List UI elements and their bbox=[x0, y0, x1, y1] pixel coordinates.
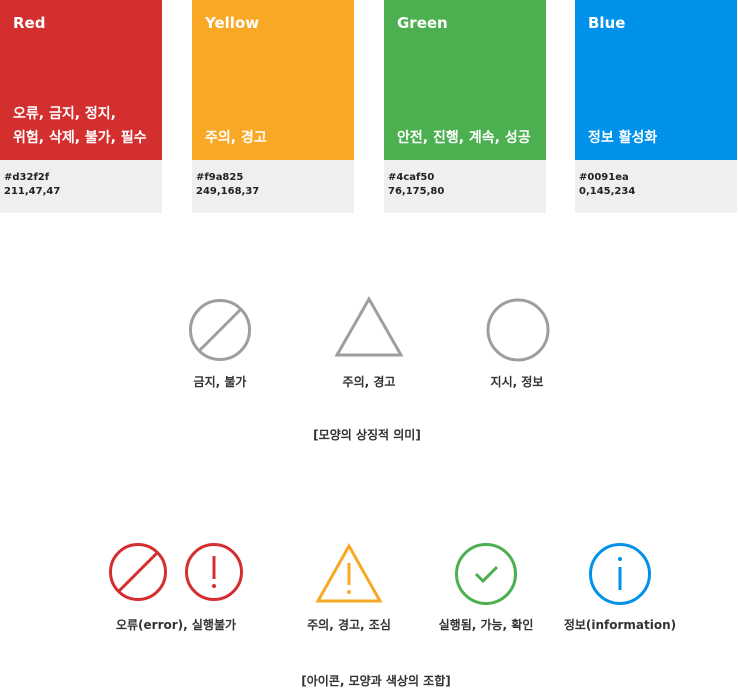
swatch-rgb: 0,145,234 bbox=[579, 186, 636, 197]
swatch-yellow: Yellow 주의, 경고 #f9a825 249,168,37 bbox=[192, 0, 354, 213]
swatch-blue-color: Blue 정보 활성화 bbox=[575, 0, 737, 160]
check-circle-icon bbox=[455, 543, 517, 605]
exclamation-circle-icon bbox=[185, 543, 243, 601]
swatch-yellow-color: Yellow 주의, 경고 bbox=[192, 0, 354, 160]
warning-triangle-icon bbox=[315, 543, 383, 603]
swatch-blue: Blue 정보 활성화 #0091ea 0,145,234 bbox=[575, 0, 737, 213]
swatch-red: Red 오류, 금지, 정지, 위험, 삭제, 불가, 필수 #d32f2f 2… bbox=[0, 0, 162, 213]
icons-caption: [아이콘, 모양과 색상의 조합] bbox=[301, 674, 451, 688]
info-circle-icon bbox=[589, 543, 651, 605]
swatch-hex: #0091ea bbox=[579, 172, 629, 183]
shapes-caption: [모양의 상징적 의미] bbox=[313, 428, 421, 442]
shape-label-caution: 주의, 경고 bbox=[342, 375, 396, 389]
swatch-meaning: 안전, 진행, 계속, 성공 bbox=[397, 130, 531, 146]
swatch-rgb: 211,47,47 bbox=[4, 186, 61, 197]
swatch-hex: #f9a825 bbox=[196, 172, 244, 183]
swatch-hex: #4caf50 bbox=[388, 172, 435, 183]
swatch-name: Red bbox=[13, 14, 46, 32]
swatch-meaning: 주의, 경고 bbox=[205, 130, 267, 146]
swatch-green: Green 안전, 진행, 계속, 성공 #4caf50 76,175,80 bbox=[384, 0, 546, 213]
swatch-name: Yellow bbox=[205, 14, 260, 32]
icon-label-error: 오류(error), 실행불가 bbox=[115, 618, 237, 632]
swatch-name: Green bbox=[397, 14, 448, 32]
shape-label-prohibited: 금지, 불가 bbox=[193, 375, 247, 389]
icon-label-info: 정보(information) bbox=[563, 618, 677, 632]
swatch-rgb: 249,168,37 bbox=[196, 186, 260, 197]
triangle-icon bbox=[334, 296, 404, 357]
prohibition-circle-icon bbox=[189, 299, 251, 361]
swatch-rgb: 76,175,80 bbox=[388, 186, 445, 197]
shape-label-info: 지시, 정보 bbox=[490, 375, 544, 389]
prohibition-icon bbox=[109, 543, 167, 601]
swatch-green-color: Green 안전, 진행, 계속, 성공 bbox=[384, 0, 546, 160]
swatch-meaning: 정보 활성화 bbox=[588, 130, 658, 146]
swatch-hex: #d32f2f bbox=[4, 172, 50, 183]
circle-icon bbox=[486, 298, 550, 362]
swatch-meaning: 오류, 금지, 정지, 위험, 삭제, 불가, 필수 bbox=[13, 106, 147, 146]
swatch-name: Blue bbox=[588, 14, 626, 32]
icon-label-success: 실행됨, 가능, 확인 bbox=[438, 618, 534, 632]
icon-label-warning: 주의, 경고, 조심 bbox=[307, 618, 391, 632]
swatch-red-color: Red 오류, 금지, 정지, 위험, 삭제, 불가, 필수 bbox=[0, 0, 162, 160]
